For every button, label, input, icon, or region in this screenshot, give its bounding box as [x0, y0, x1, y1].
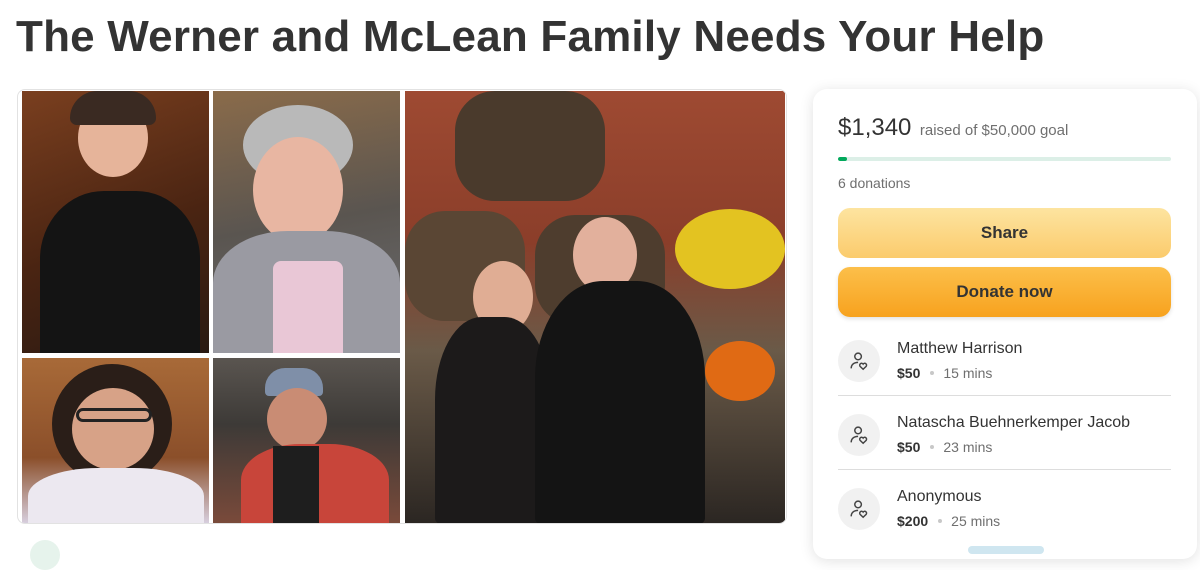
donor-meta: $200 25 mins: [897, 513, 1000, 529]
donate-now-button[interactable]: Donate now: [838, 267, 1171, 317]
separator-dot: [938, 519, 943, 524]
photo-bearded-man: [22, 358, 209, 523]
donor-name: Natascha Buehnerkemper Jacob: [897, 414, 1131, 431]
donor-name: Anonymous: [897, 488, 982, 505]
donor-time: 23 mins: [943, 439, 993, 455]
photo-chef: [213, 358, 400, 523]
donor-time: 25 mins: [951, 513, 1001, 529]
separator-dot: [930, 371, 935, 376]
raised-summary: $1,340 raised of $50,000 goal: [838, 114, 1068, 142]
raised-goal-text: raised of $50,000 goal: [919, 122, 1069, 139]
divider: [838, 469, 1171, 470]
donation-card: $1,340 raised of $50,000 goal 6 donation…: [813, 89, 1197, 559]
donor-amount: $50: [897, 439, 921, 455]
donor-heart-icon: [838, 488, 880, 530]
raised-amount: $1,340: [838, 114, 912, 141]
donor-meta: $50 15 mins: [897, 365, 992, 381]
progress-bar: [838, 157, 1171, 161]
donor-heart-icon: [838, 414, 880, 456]
donation-item: Anonymous $200 25 mins: [838, 480, 1171, 554]
donor-amount: $200: [897, 513, 929, 529]
page-title: The Werner and McLean Family Needs Your …: [16, 12, 1045, 61]
organizer-avatar: [30, 540, 60, 570]
donor-heart-icon: [838, 340, 880, 382]
donor-name: Matthew Harrison: [897, 340, 1023, 357]
photo-collage[interactable]: [17, 89, 787, 524]
donation-count[interactable]: 6 donations: [838, 175, 910, 191]
photo-young-man: [22, 91, 209, 353]
donor-time: 15 mins: [943, 365, 993, 381]
divider: [838, 395, 1171, 396]
photo-two-women: [405, 91, 785, 523]
donor-meta: $50 23 mins: [897, 439, 992, 455]
photo-older-woman: [213, 91, 400, 353]
share-button[interactable]: Share: [838, 208, 1171, 258]
progress-fill: [838, 157, 847, 161]
partial-button[interactable]: [968, 546, 1044, 554]
donor-amount: $50: [897, 365, 921, 381]
separator-dot: [930, 445, 935, 450]
